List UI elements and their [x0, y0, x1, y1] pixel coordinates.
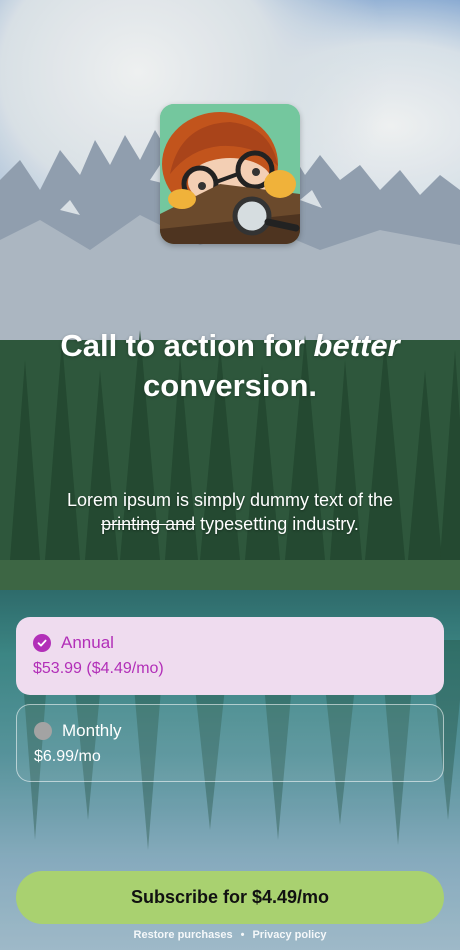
description-part2: typesetting industry. — [195, 514, 359, 534]
app-icon — [160, 104, 300, 244]
radio-unselected-icon — [34, 722, 52, 740]
checkmark-icon — [33, 634, 51, 652]
description-strikethrough: printing and — [101, 514, 196, 534]
plan-monthly-option[interactable]: Monthly $6.99/mo — [16, 704, 444, 782]
subscribe-button[interactable]: Subscribe for $4.49/mo — [16, 871, 444, 924]
headline-line2: conversion. — [143, 368, 317, 403]
privacy-policy-link[interactable]: Privacy policy — [252, 929, 326, 941]
description: Lorem ipsum is simply dummy text of the … — [30, 488, 430, 536]
footer-links: Restore purchases • Privacy policy — [0, 929, 460, 941]
plan-name: Annual — [61, 633, 114, 652]
footer-separator: • — [240, 929, 245, 941]
app-icon-illustration — [160, 104, 300, 244]
headline: Call to action for better conversion. — [20, 326, 440, 406]
headline-emphasis: better — [313, 328, 400, 363]
plan-name: Monthly — [62, 721, 122, 740]
restore-purchases-link[interactable]: Restore purchases — [134, 929, 233, 941]
headline-prefix: Call to action for — [60, 328, 314, 363]
plan-price: $6.99/mo — [34, 748, 101, 765]
plan-annual-option[interactable]: Annual $53.99 ($4.49/mo) — [16, 617, 444, 695]
description-part1: Lorem ipsum is simply dummy text of the — [66, 490, 394, 510]
plan-price: $53.99 ($4.49/mo) — [33, 660, 164, 677]
